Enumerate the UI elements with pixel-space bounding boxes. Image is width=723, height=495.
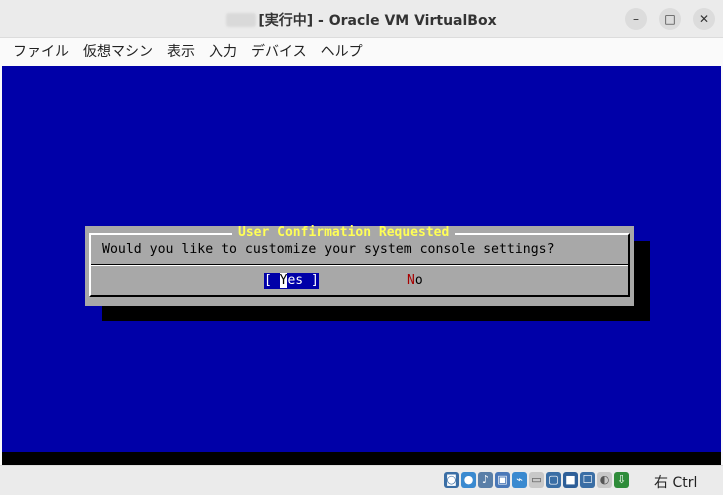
redacted-vm-name — [226, 13, 257, 27]
menubar: ファイル 仮想マシン 表示 入力 デバイス ヘルプ — [0, 38, 723, 66]
close-button[interactable]: ✕ — [693, 8, 715, 30]
usb-icon[interactable]: ⌁ — [512, 472, 527, 488]
dialog-message: Would you like to customize your system … — [102, 242, 555, 257]
yes-bracket-left: [ — [264, 273, 280, 288]
no-button[interactable]: No — [407, 273, 423, 289]
mouse-integration-icon[interactable]: ◐ — [597, 472, 612, 488]
vm-display-bottom — [2, 452, 721, 465]
optical-icon[interactable]: ● — [461, 472, 476, 488]
device-status-icons: ◙ ● ♪ ▣ ⌁ ▭ ▢ ■ ☐ ◐ ⇩ — [444, 472, 629, 488]
yes-label-rest: es ] — [287, 273, 319, 288]
hdd-icon[interactable]: ◙ — [444, 472, 459, 488]
menu-help[interactable]: ヘルプ — [314, 38, 370, 66]
audio-icon[interactable]: ♪ — [478, 472, 493, 488]
dialog-separator — [91, 264, 628, 266]
menu-machine[interactable]: 仮想マシン — [76, 38, 160, 66]
keyboard-icon[interactable]: ⇩ — [614, 472, 629, 488]
confirmation-dialog: User Confirmation Requested Would you li… — [85, 226, 634, 306]
window-title-text: [実行中] - Oracle VM VirtualBox — [258, 13, 497, 29]
shared-folder-icon[interactable]: ▭ — [529, 472, 544, 488]
no-hotkey: N — [407, 273, 415, 288]
host-key-label: 右 Ctrl — [654, 475, 698, 491]
menu-file[interactable]: ファイル — [6, 38, 76, 66]
minimize-button[interactable]: – — [625, 8, 647, 30]
maximize-button[interactable]: □ — [659, 8, 681, 30]
vm-display[interactable]: User Confirmation Requested Would you li… — [2, 66, 721, 452]
window-titlebar[interactable]: [実行中] - Oracle VM VirtualBox – □ ✕ — [0, 0, 723, 38]
display-icon[interactable]: ▢ — [546, 472, 561, 488]
menu-view[interactable]: 表示 — [160, 38, 202, 66]
menu-input[interactable]: 入力 — [202, 38, 244, 66]
menu-devices[interactable]: デバイス — [244, 38, 314, 66]
recording-icon[interactable]: ■ — [563, 472, 578, 488]
window-title: [実行中] - Oracle VM VirtualBox — [0, 10, 723, 30]
yes-button[interactable]: [ Yes ] — [264, 273, 319, 289]
no-label-rest: o — [414, 273, 423, 288]
statusbar: ◙ ● ♪ ▣ ⌁ ▭ ▢ ■ ☐ ◐ ⇩ 右 Ctrl — [0, 465, 723, 495]
dialog-title: User Confirmation Requested — [232, 226, 456, 240]
network-icon[interactable]: ▣ — [495, 472, 510, 488]
cpu-icon[interactable]: ☐ — [580, 472, 595, 488]
